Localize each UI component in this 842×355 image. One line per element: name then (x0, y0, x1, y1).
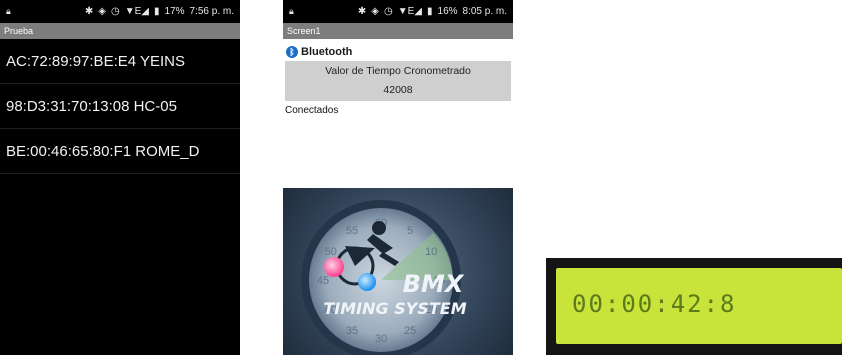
timer-screen: 🔒︎ ✱ ◈ ◷ ▼E◢ ▮ 16% 8:05 p. m. Screen1 ᛒ … (283, 0, 513, 185)
lcd-screen: 00:00:42:8 (556, 268, 842, 344)
bluetooth-label: Bluetooth (301, 46, 353, 58)
lcd-time: 00:00:42:8 (572, 290, 737, 318)
bluetooth-icon: ᛒ (286, 46, 298, 58)
vibrate-icon: ◈ (371, 6, 379, 17)
dial-number: 45 (317, 275, 329, 287)
dial-number: 5 (407, 225, 413, 237)
app-title: Screen1 (283, 23, 513, 39)
device-item[interactable]: 98:D3:31:70:13:08 HC-05 (0, 84, 240, 129)
dial-number: 55 (346, 225, 358, 237)
bluetooth-icon: ✱ (357, 6, 367, 17)
device-item[interactable]: AC:72:89:97:BE:E4 YEINS (0, 39, 240, 84)
timer-label: Valor de Tiempo Cronometrado (325, 65, 471, 77)
signal-icon: ▼E◢ (397, 6, 422, 17)
logo-title: BMX (403, 270, 465, 298)
lock-icon: 🔒︎ (289, 6, 294, 16)
bluetooth-icon: ✱ (84, 6, 94, 17)
logo-artwork: 60510152025303540455055 BMX TIMING SYSTE… (301, 200, 467, 355)
dial-number: 30 (375, 333, 387, 345)
device-item[interactable]: BE:00:46:65:80:F1 ROME_D (0, 129, 240, 174)
battery-percent: 17% (164, 6, 185, 17)
device-list-screen: 🔒︎ ✱ ◈ ◷ ▼E◢ ▮ 17% 7:56 p. m. Prueba AC:… (0, 0, 240, 355)
alarm-icon: ◷ (111, 6, 120, 17)
clock: 8:05 p. m. (462, 6, 507, 17)
app-title: Prueba (0, 23, 240, 39)
battery-percent: 16% (437, 6, 458, 17)
battery-icon: ▮ (427, 6, 433, 17)
lcd-photo: 00:00:42:8 (546, 258, 842, 355)
clock: 7:56 p. m. (189, 6, 234, 17)
blue-light (358, 273, 376, 291)
dial-number: 10 (425, 246, 437, 258)
alarm-icon: ◷ (384, 6, 393, 17)
dial-number: 25 (404, 325, 416, 337)
bluetooth-logo: ᛒ Bluetooth (283, 43, 513, 61)
lock-icon: 🔒︎ (6, 6, 11, 16)
bmx-timing-logo: 60510152025303540455055 BMX TIMING SYSTE… (283, 188, 513, 355)
logo-subtitle: TIMING SYSTEM (323, 299, 466, 318)
pink-light (324, 257, 344, 277)
status-bar: 🔒︎ ✱ ◈ ◷ ▼E◢ ▮ 17% 7:56 p. m. (0, 0, 240, 23)
signal-icon: ▼E◢ (124, 6, 149, 17)
battery-icon: ▮ (154, 6, 160, 17)
dial-number: 35 (346, 325, 358, 337)
timer-box: Valor de Tiempo Cronometrado 42008 (285, 61, 511, 101)
vibrate-icon: ◈ (98, 6, 106, 17)
dial-number: 50 (325, 246, 337, 258)
status-bar: 🔒︎ ✱ ◈ ◷ ▼E◢ ▮ 16% 8:05 p. m. (283, 0, 513, 23)
timer-value: 42008 (383, 84, 413, 96)
connection-status: Conectados (285, 105, 339, 116)
